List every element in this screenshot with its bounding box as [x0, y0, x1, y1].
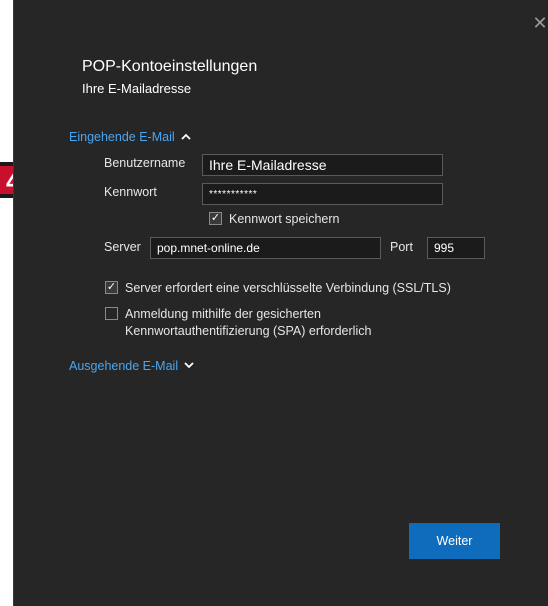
outgoing-mail-label: Ausgehende E-Mail [69, 359, 179, 373]
spa-label-line2: Kennwortauthentifizierung (SPA) erforder… [125, 324, 372, 338]
chevron-up-icon [180, 132, 191, 143]
spa-checkbox[interactable]: Anmeldung mithilfe der gesicherten Kennw… [105, 306, 371, 340]
next-button[interactable]: Weiter [409, 523, 500, 559]
save-password-checkbox[interactable]: ✓ Kennwort speichern [209, 211, 339, 228]
page-title: POP-Kontoeinstellungen [82, 58, 258, 75]
spa-label-line1: Anmeldung mithilfe der gesicherten [125, 307, 321, 321]
username-label: Benutzername [104, 156, 186, 170]
incoming-mail-label: Eingehende E-Mail [69, 130, 175, 144]
save-password-label: Kennwort speichern [229, 212, 340, 226]
close-icon[interactable]: ✕ [531, 14, 548, 32]
email-address-subtitle: Ihre E-Mailadresse [82, 81, 192, 96]
checkbox-checked-icon: ✓ [105, 281, 118, 294]
port-field[interactable]: 995 [427, 237, 485, 259]
incoming-mail-toggle[interactable]: Eingehende E-Mail [69, 130, 191, 144]
ssl-label: Server erfordert eine verschlüsselte Ver… [125, 281, 451, 295]
checkbox-checked-icon: ✓ [209, 212, 222, 225]
pop-account-settings-dialog: ✕ POP-Kontoeinstellungen Ihre E-Mailadre… [13, 0, 548, 606]
server-field[interactable]: pop.mnet-online.de [150, 237, 381, 259]
outgoing-mail-toggle[interactable]: Ausgehende E-Mail [69, 359, 194, 373]
ssl-checkbox[interactable]: ✓ Server erfordert eine verschlüsselte V… [105, 280, 451, 297]
username-field[interactable]: Ihre E-Mailadresse [202, 154, 443, 176]
port-label: Port [390, 240, 413, 254]
password-field[interactable]: *********** [202, 183, 443, 205]
password-label: Kennwort [104, 185, 157, 199]
chevron-down-icon [184, 361, 194, 372]
server-label: Server [104, 240, 141, 254]
checkbox-unchecked-icon [105, 307, 118, 320]
